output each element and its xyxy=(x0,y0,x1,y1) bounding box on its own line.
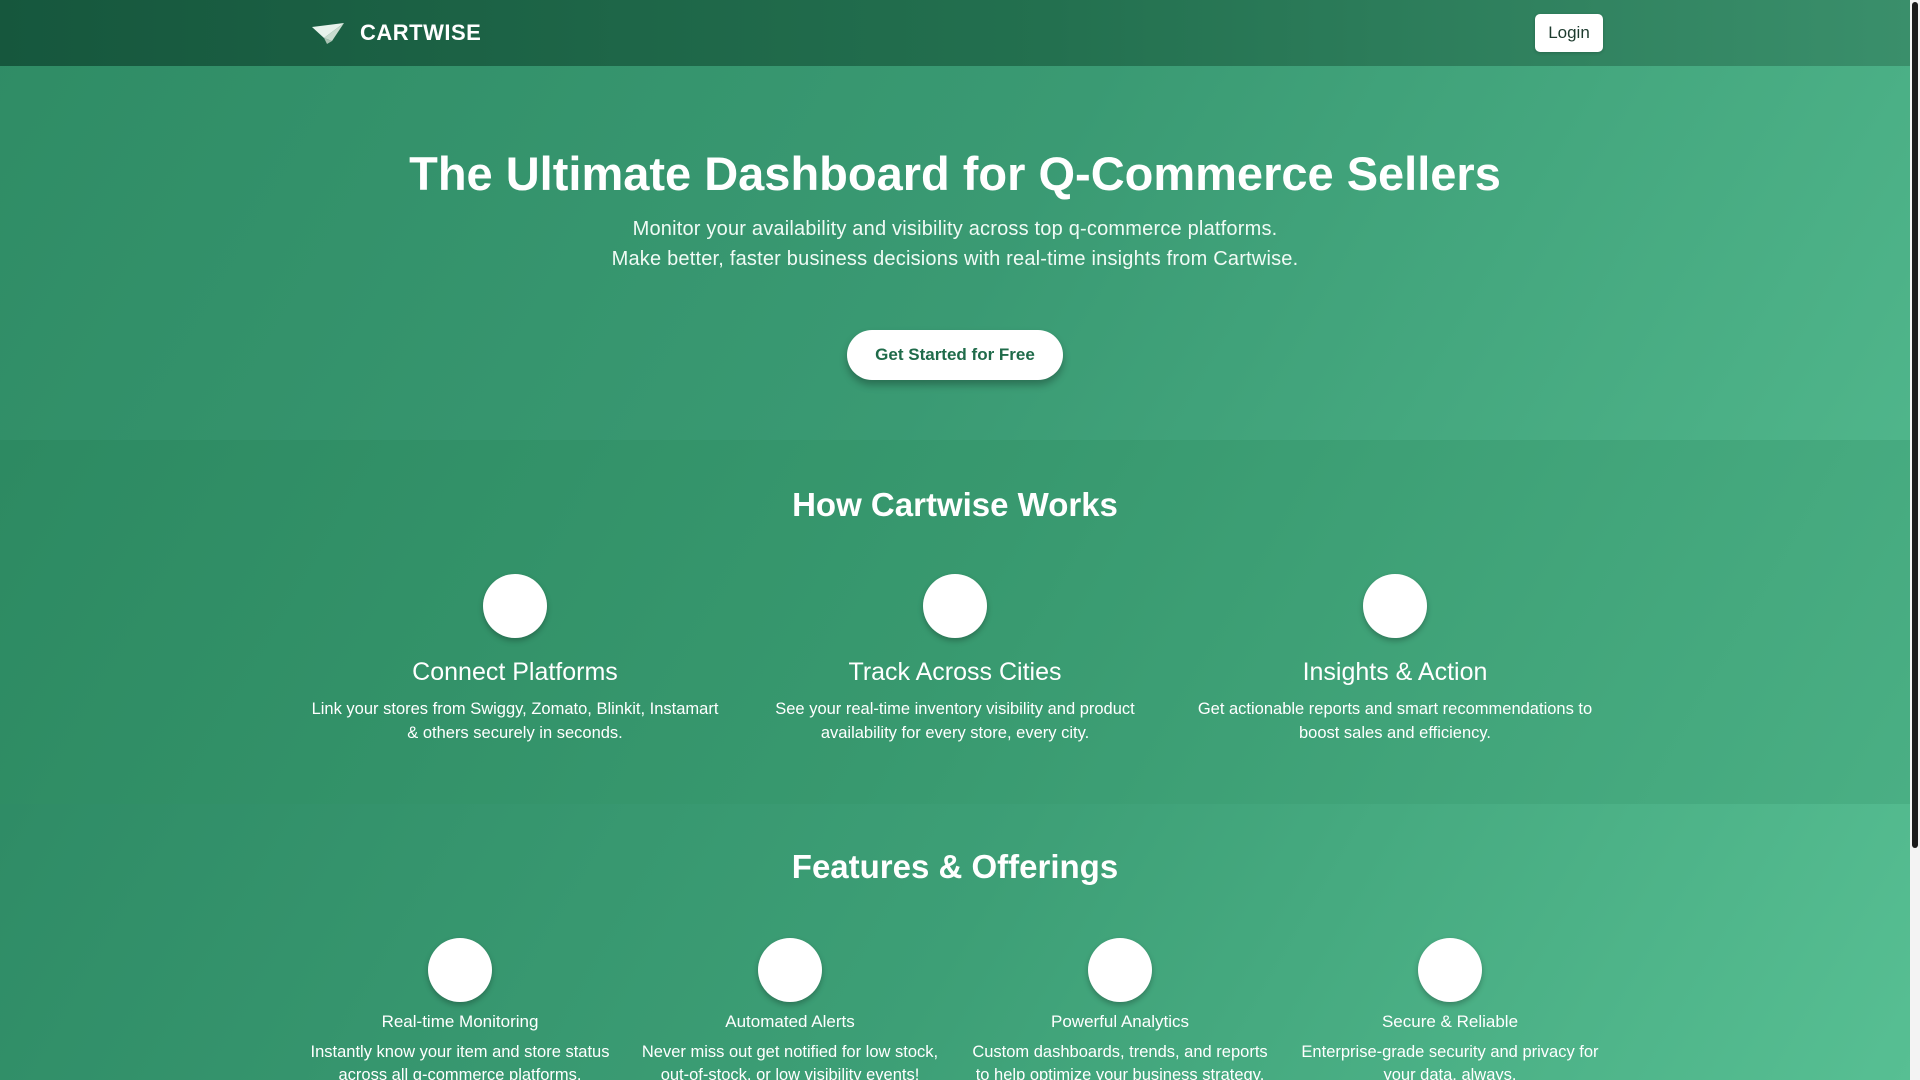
hero-subtitle-line1: Monitor your availability and visibility… xyxy=(632,218,1278,240)
get-started-button[interactable]: Get Started for Free xyxy=(847,330,1063,380)
feature-real-time-monitoring: Real-time Monitoring Instantly know your… xyxy=(300,938,620,1080)
step-icon-circle xyxy=(923,574,987,638)
feature-icon-circle xyxy=(1088,938,1152,1002)
features-section-title: Features & Offerings xyxy=(791,848,1119,885)
brand-logo[interactable]: CARTWISE xyxy=(310,18,481,48)
login-button[interactable]: Login xyxy=(1535,14,1603,52)
feature-description: Enterprise-grade security and privacy fo… xyxy=(1301,1043,1599,1080)
feature-icon-circle xyxy=(428,938,492,1002)
page-scrollbar[interactable] xyxy=(1910,0,1920,1080)
hero-section: The Ultimate Dashboard for Q-Commerce Se… xyxy=(0,66,1910,440)
scrollbar-thumb[interactable] xyxy=(1912,2,1918,848)
top-navbar: CARTWISE Login xyxy=(0,0,1910,66)
step-icon-circle xyxy=(1363,574,1427,638)
feature-powerful-analytics: Powerful Analytics Custom dashboards, tr… xyxy=(960,938,1280,1080)
feature-title: Real-time Monitoring xyxy=(381,1012,539,1031)
feature-description: Custom dashboards, trends, and reports t… xyxy=(972,1043,1268,1080)
feature-title: Secure & Reliable xyxy=(1381,1012,1519,1031)
feature-icon-circle xyxy=(758,938,822,1002)
step-description: Get actionable reports and smart recomme… xyxy=(1197,700,1593,742)
feature-icon-circle xyxy=(1418,938,1482,1002)
main-content: CARTWISE Login The Ultimate Dashboard fo… xyxy=(0,0,1910,1080)
how-section-title: How Cartwise Works xyxy=(792,486,1118,523)
step-title: Connect Platforms xyxy=(412,658,618,686)
step-description: Link your stores from Swiggy, Zomato, Bl… xyxy=(311,700,719,742)
feature-description: Instantly know your item and store statu… xyxy=(310,1043,610,1080)
page: CARTWISE Login The Ultimate Dashboard fo… xyxy=(0,0,1920,1080)
step-track-across-cities: Track Across Cities See your real-time i… xyxy=(735,574,1175,745)
step-icon-circle xyxy=(483,574,547,638)
step-title: Insights & Action xyxy=(1302,658,1488,686)
step-insights-action: Insights & Action Get actionable reports… xyxy=(1175,574,1615,745)
feature-secure-reliable: Secure & Reliable Enterprise-grade secur… xyxy=(1290,938,1610,1080)
hero-subtitle-line2: Make better, faster business decisions w… xyxy=(611,248,1299,270)
step-description: See your real-time inventory visibility … xyxy=(775,700,1135,742)
feature-title: Powerful Analytics xyxy=(1051,1012,1189,1031)
hero-title: The Ultimate Dashboard for Q-Commerce Se… xyxy=(409,147,1501,200)
step-title: Track Across Cities xyxy=(848,658,1062,686)
brand-name: CARTWISE xyxy=(360,20,482,45)
features-section: Features & Offerings Real-time Monitorin… xyxy=(0,804,1910,1080)
step-connect-platforms: Connect Platforms Link your stores from … xyxy=(295,574,735,745)
how-it-works-section: How Cartwise Works Connect Platforms Lin… xyxy=(0,440,1910,804)
paper-plane-icon xyxy=(310,18,346,48)
feature-description: Never miss out get notified for low stoc… xyxy=(641,1043,939,1080)
feature-automated-alerts: Automated Alerts Never miss out get noti… xyxy=(630,938,950,1080)
feature-title: Automated Alerts xyxy=(725,1012,855,1031)
